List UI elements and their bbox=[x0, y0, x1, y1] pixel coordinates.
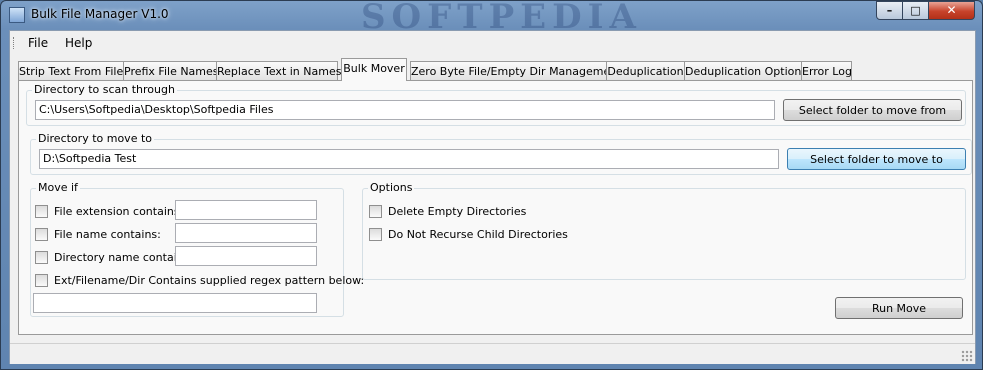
run-move-button[interactable]: Run Move bbox=[835, 297, 963, 319]
maximize-icon: □ bbox=[910, 4, 921, 17]
tab-strip-text[interactable]: Strip Text From Files bbox=[18, 61, 129, 80]
file-extension-checkbox-row[interactable]: File extension contains: bbox=[35, 204, 183, 220]
regex-input[interactable] bbox=[33, 293, 317, 313]
tab-bulk-mover[interactable]: Bulk Mover bbox=[341, 58, 407, 81]
status-bar bbox=[10, 343, 975, 364]
file-extension-label: File extension contains: bbox=[54, 205, 184, 218]
directory-name-checkbox-row[interactable]: Directory name contains: bbox=[35, 250, 193, 266]
no-recurse-row[interactable]: Do Not Recurse Child Directories bbox=[369, 227, 569, 243]
no-recurse-checkbox[interactable] bbox=[369, 228, 382, 241]
tab-zero-byte[interactable]: Zero Byte File/Empty Dir Management bbox=[410, 61, 622, 80]
scan-dir-group: Directory to scan through C:\Users\Softp… bbox=[26, 83, 966, 126]
file-extension-input[interactable] bbox=[175, 200, 317, 220]
no-recurse-label: Do Not Recurse Child Directories bbox=[388, 228, 568, 241]
menu-file[interactable]: File bbox=[26, 36, 50, 50]
select-folder-to-button[interactable]: Select folder to move to bbox=[787, 148, 966, 170]
tab-replace-text[interactable]: Replace Text in Names bbox=[216, 61, 341, 80]
regex-checkbox[interactable] bbox=[35, 274, 48, 287]
file-name-checkbox-row[interactable]: File name contains: bbox=[35, 227, 175, 243]
close-button[interactable]: ✕ bbox=[928, 1, 975, 20]
delete-empty-dirs-row[interactable]: Delete Empty Directories bbox=[369, 204, 569, 220]
bulk-mover-panel: Directory to scan through C:\Users\Softp… bbox=[18, 80, 973, 335]
move-if-label: Move if bbox=[36, 181, 80, 194]
regex-label: Ext/Filename/Dir Contains supplied regex… bbox=[54, 274, 365, 287]
minimize-icon: – bbox=[886, 4, 893, 17]
tab-deduplication[interactable]: Deduplication bbox=[606, 61, 685, 80]
move-dir-label: Directory to move to bbox=[36, 132, 154, 145]
app-window: Bulk File Manager V1.0 SOFTPEDIA – □ ✕ F… bbox=[0, 0, 983, 370]
file-extension-checkbox[interactable] bbox=[35, 205, 48, 218]
window-title: Bulk File Manager V1.0 bbox=[31, 7, 169, 21]
move-if-group: Move if File extension contains: File na… bbox=[30, 181, 364, 317]
app-icon bbox=[9, 7, 25, 23]
menu-bar: File Help bbox=[10, 31, 975, 55]
scan-dir-label: Directory to scan through bbox=[32, 83, 177, 96]
directory-name-label: Directory name contains: bbox=[54, 251, 194, 264]
delete-empty-dirs-checkbox[interactable] bbox=[369, 205, 382, 218]
delete-empty-dirs-label: Delete Empty Directories bbox=[388, 205, 527, 218]
resize-grip[interactable] bbox=[961, 350, 973, 362]
file-name-input[interactable] bbox=[175, 223, 317, 243]
select-folder-from-button[interactable]: Select folder to move from bbox=[783, 99, 962, 121]
minimize-button[interactable]: – bbox=[876, 1, 903, 20]
options-group: Options Delete Empty Directories Do Not … bbox=[362, 181, 966, 280]
options-label: Options bbox=[368, 181, 415, 194]
close-icon: ✕ bbox=[946, 3, 957, 17]
menu-help[interactable]: Help bbox=[63, 36, 94, 50]
title-bar[interactable]: Bulk File Manager V1.0 SOFTPEDIA – □ ✕ bbox=[1, 0, 982, 37]
menu-grip bbox=[13, 37, 16, 49]
tab-deduplication-options[interactable]: Deduplication Options bbox=[684, 61, 807, 80]
maximize-button[interactable]: □ bbox=[902, 1, 929, 20]
client-area: File Help Strip Text From Files Prefix F… bbox=[9, 30, 976, 364]
scan-dir-input[interactable]: C:\Users\Softpedia\Desktop\Softpedia Fil… bbox=[35, 100, 775, 120]
tab-error-log[interactable]: Error Log bbox=[801, 61, 852, 80]
directory-name-checkbox[interactable] bbox=[35, 251, 48, 264]
tab-prefix-file-names[interactable]: Prefix File Names bbox=[123, 61, 219, 80]
directory-name-input[interactable] bbox=[175, 246, 317, 266]
move-dir-group: Directory to move to D:\Softpedia Test S… bbox=[30, 132, 972, 175]
file-name-label: File name contains: bbox=[54, 228, 161, 241]
regex-checkbox-row[interactable]: Ext/Filename/Dir Contains supplied regex… bbox=[35, 273, 364, 289]
move-dir-input[interactable]: D:\Softpedia Test bbox=[39, 149, 779, 169]
file-name-checkbox[interactable] bbox=[35, 228, 48, 241]
